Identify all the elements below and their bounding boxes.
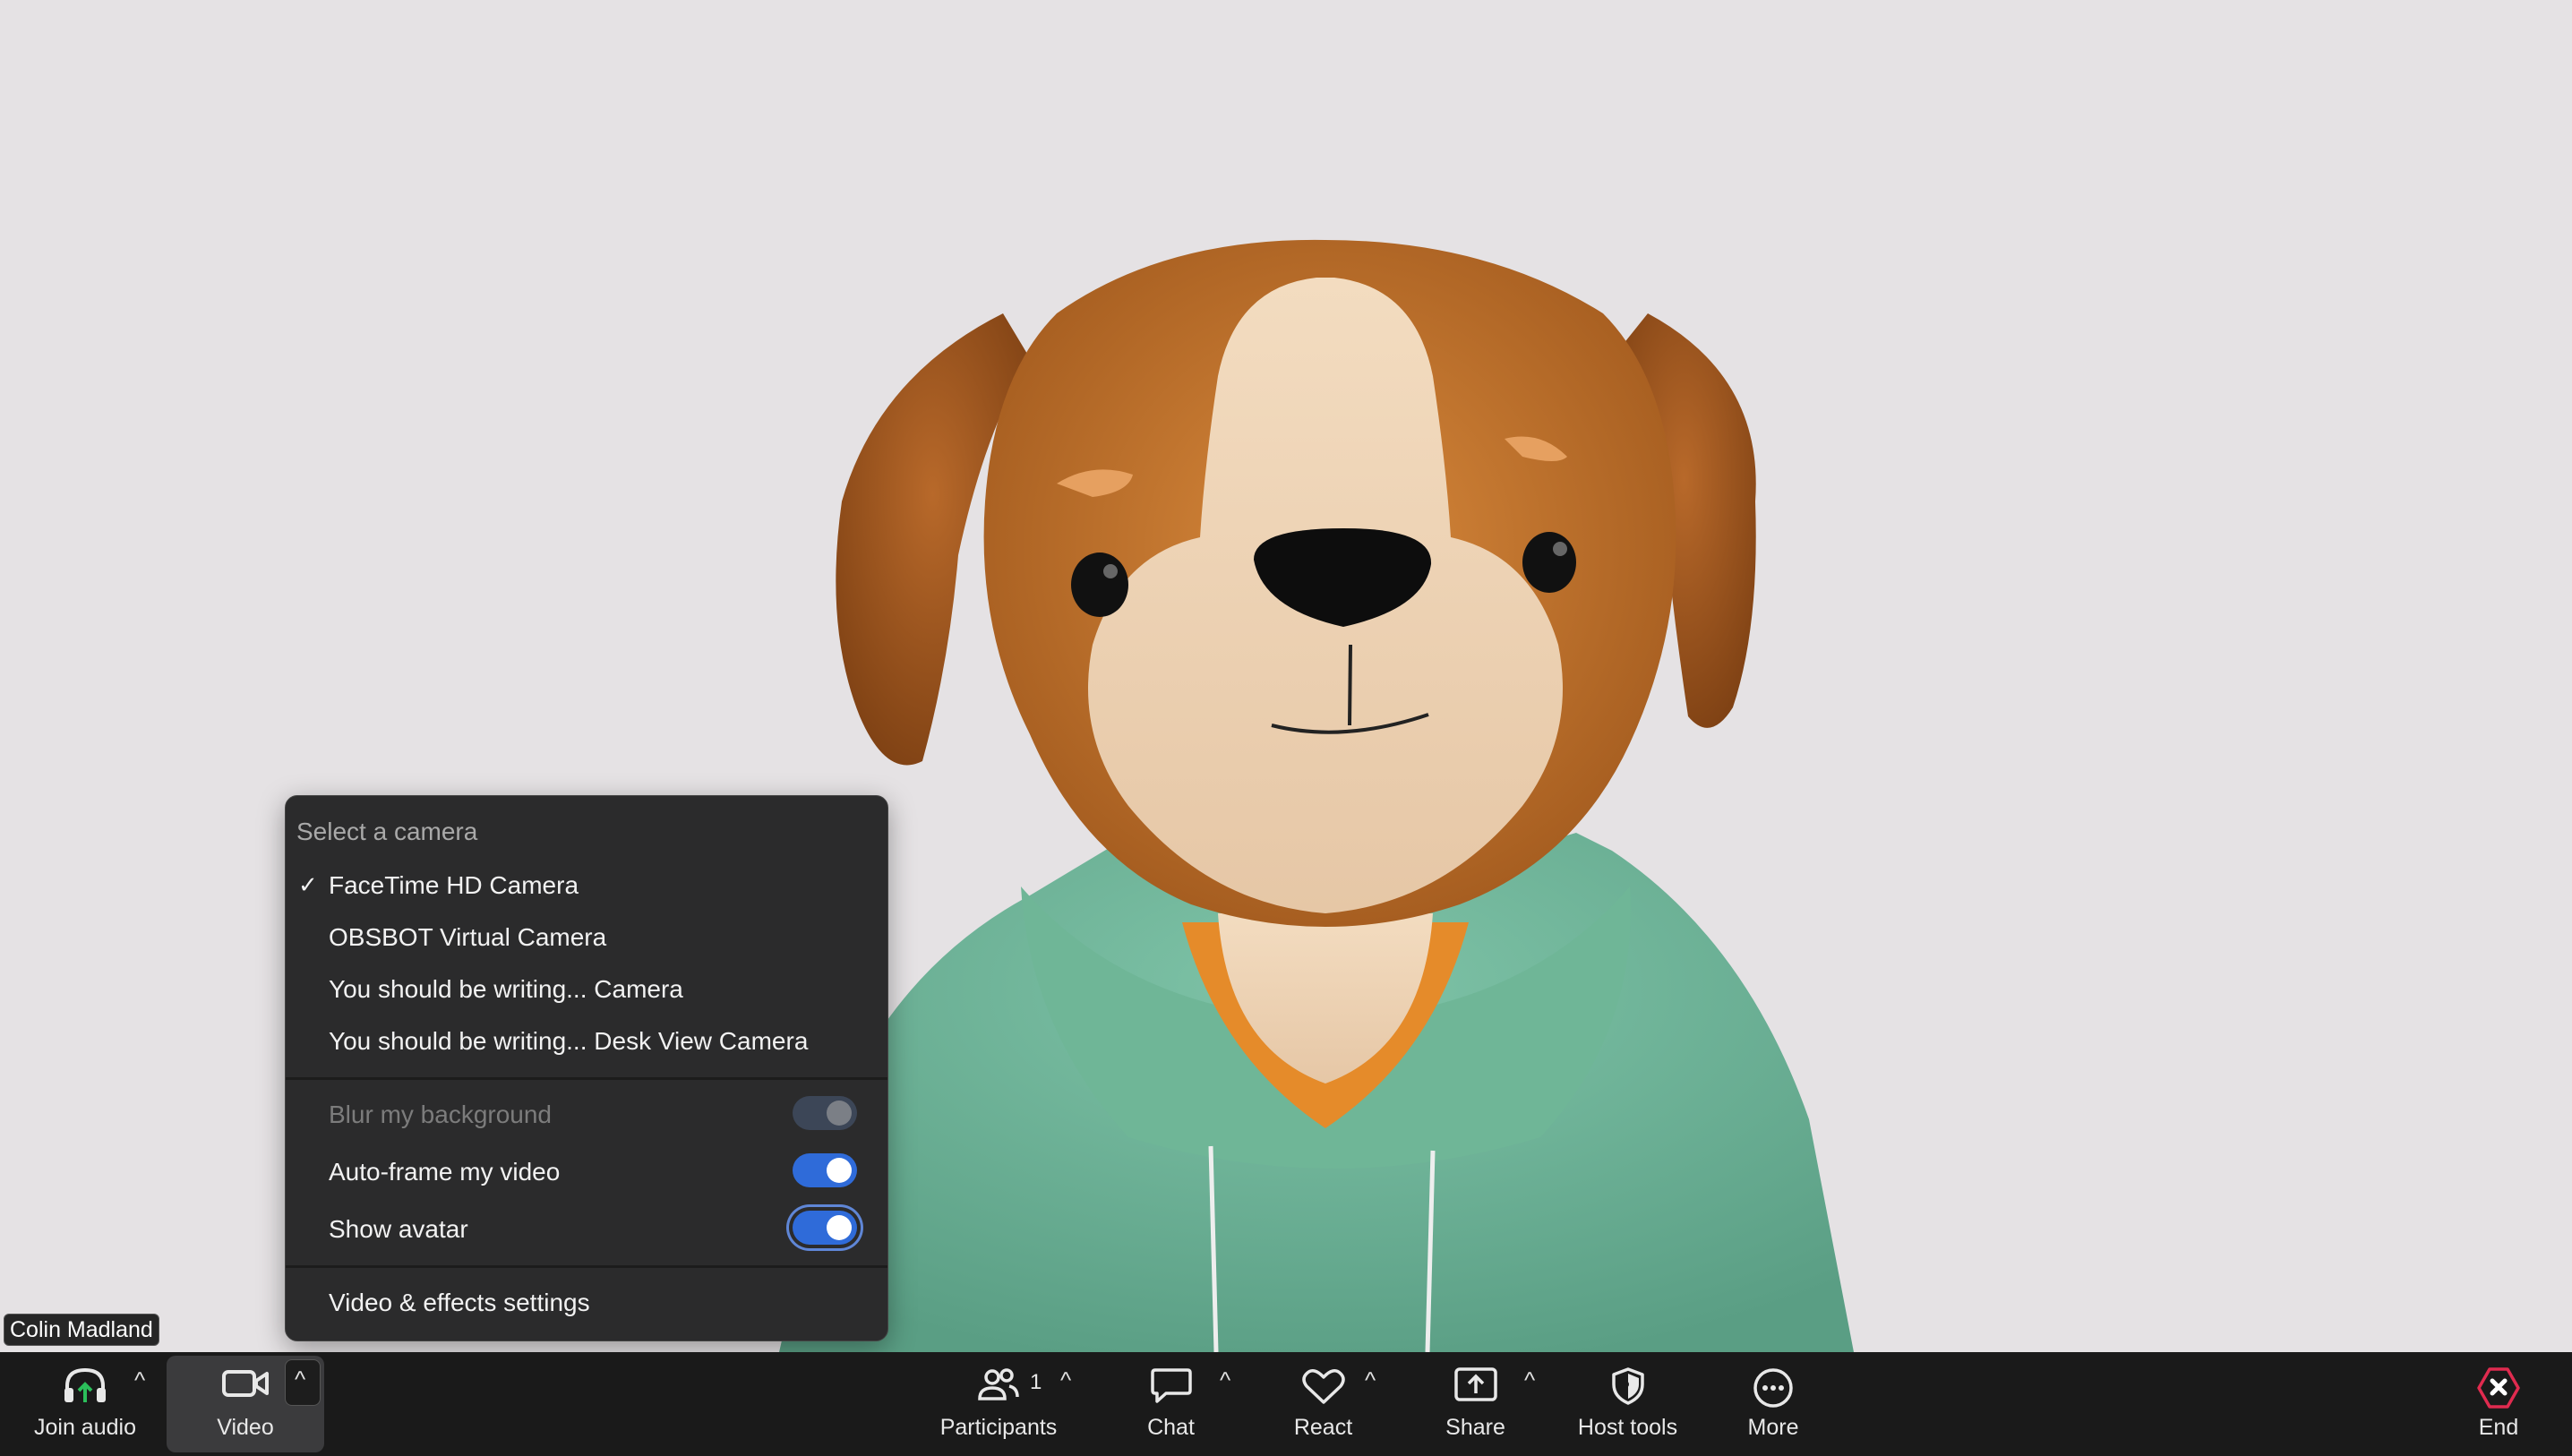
menu-header: Select a camera bbox=[296, 818, 478, 845]
react-button[interactable]: React bbox=[1272, 1352, 1375, 1456]
more-label: More bbox=[1747, 1415, 1799, 1440]
camera-option-obsbot[interactable]: OBSBOT Virtual Camera bbox=[329, 923, 606, 952]
end-call-icon bbox=[2476, 1366, 2521, 1414]
chat-button[interactable]: Chat bbox=[1119, 1352, 1222, 1456]
auto-frame-toggle[interactable] bbox=[793, 1153, 857, 1187]
camera-menu: Select a camera ✓ FaceTime HD Camera OBS… bbox=[285, 795, 888, 1341]
blur-background-toggle[interactable] bbox=[793, 1096, 857, 1130]
chat-options-caret[interactable]: ^ bbox=[1220, 1366, 1230, 1394]
audio-options-caret[interactable]: ^ bbox=[134, 1366, 145, 1394]
check-icon: ✓ bbox=[298, 871, 318, 898]
camera-option-desk-view[interactable]: You should be writing... Desk View Camer… bbox=[329, 1027, 808, 1056]
join-audio-label: Join audio bbox=[34, 1415, 136, 1440]
toggle-knob bbox=[827, 1158, 852, 1183]
participants-label: Participants bbox=[939, 1415, 1058, 1440]
blur-background-label: Blur my background bbox=[329, 1101, 553, 1128]
toggle-knob bbox=[827, 1101, 852, 1126]
share-screen-icon bbox=[1453, 1366, 1498, 1407]
auto-frame-label: Auto-frame my video bbox=[329, 1158, 561, 1186]
meeting-toolbar: Join audio ^ Video ^ Participants 1 ^ Ch… bbox=[0, 1352, 2572, 1456]
shield-icon bbox=[1610, 1366, 1646, 1410]
camera-option-facetime[interactable]: FaceTime HD Camera bbox=[329, 871, 579, 900]
video-options-caret-box[interactable]: ^ bbox=[285, 1359, 321, 1406]
headphones-icon bbox=[62, 1366, 108, 1409]
toggle-knob bbox=[827, 1215, 852, 1240]
heart-icon bbox=[1301, 1366, 1346, 1410]
host-tools-label: Host tools bbox=[1577, 1415, 1678, 1440]
end-button[interactable]: End bbox=[2454, 1352, 2543, 1456]
react-options-caret[interactable]: ^ bbox=[1365, 1366, 1376, 1394]
menu-divider bbox=[286, 1265, 887, 1268]
react-label: React bbox=[1293, 1415, 1353, 1440]
join-audio-button[interactable]: Join audio bbox=[18, 1352, 152, 1456]
video-camera-icon bbox=[221, 1366, 270, 1403]
video-label: Video bbox=[217, 1415, 274, 1440]
participants-options-caret[interactable]: ^ bbox=[1060, 1366, 1071, 1394]
chat-bubble-icon bbox=[1150, 1366, 1193, 1409]
participant-name-tag: Colin Madland bbox=[4, 1314, 159, 1346]
participants-icon bbox=[977, 1366, 1020, 1407]
chat-label: Chat bbox=[1147, 1415, 1195, 1440]
more-icon bbox=[1752, 1366, 1795, 1414]
show-avatar-toggle[interactable] bbox=[793, 1211, 857, 1245]
share-button[interactable]: Share bbox=[1424, 1352, 1527, 1456]
more-button[interactable]: More bbox=[1719, 1352, 1827, 1456]
host-tools-button[interactable]: Host tools bbox=[1563, 1352, 1693, 1456]
share-options-caret[interactable]: ^ bbox=[1524, 1366, 1535, 1394]
video-options-caret: ^ bbox=[295, 1366, 306, 1392]
participants-count: 1 bbox=[1030, 1370, 1042, 1394]
end-label: End bbox=[2478, 1415, 2519, 1440]
participants-button[interactable]: Participants bbox=[931, 1352, 1066, 1456]
menu-divider bbox=[286, 1077, 887, 1080]
share-label: Share bbox=[1445, 1415, 1505, 1440]
show-avatar-label: Show avatar bbox=[329, 1215, 468, 1243]
camera-option-writing[interactable]: You should be writing... Camera bbox=[329, 975, 683, 1004]
video-effects-settings[interactable]: Video & effects settings bbox=[329, 1289, 590, 1317]
